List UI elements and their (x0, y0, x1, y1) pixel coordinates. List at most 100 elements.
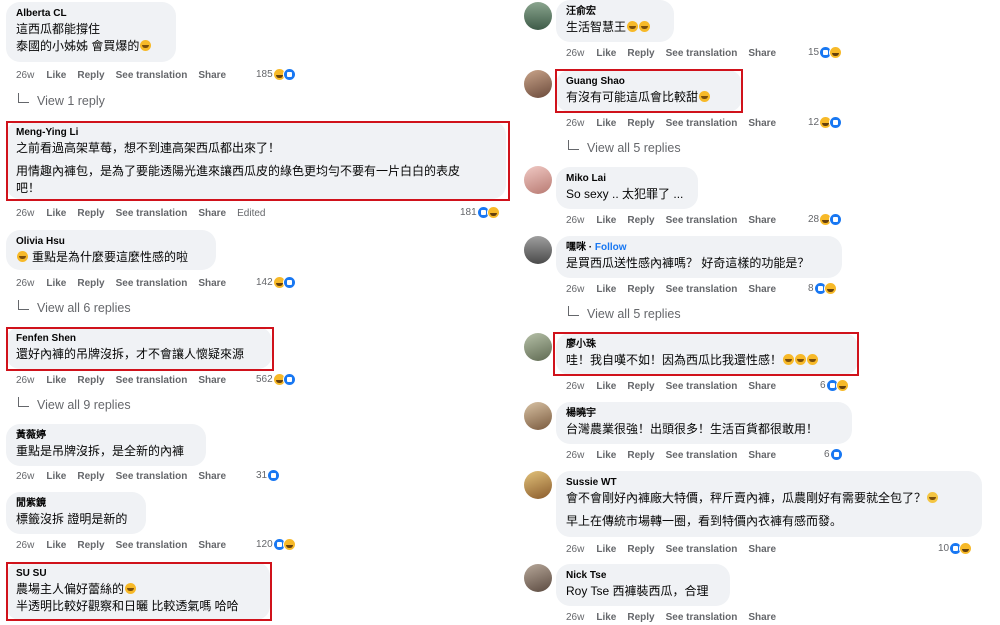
avatar[interactable] (524, 471, 552, 499)
see-translation-link[interactable]: See translation (666, 450, 738, 461)
reaction-summary[interactable]: 6 (820, 378, 849, 394)
reaction-summary[interactable]: 8 (808, 281, 837, 297)
comment-author[interactable]: 楊曉宇 (566, 407, 842, 421)
view-replies-link[interactable]: View 1 reply (18, 93, 105, 108)
see-translation-link[interactable]: See translation (116, 208, 188, 219)
see-translation-link[interactable]: See translation (666, 381, 738, 392)
reply-link[interactable]: Reply (627, 544, 654, 555)
see-translation-link[interactable]: See translation (666, 612, 738, 623)
like-link[interactable]: Like (46, 471, 66, 482)
comment-time[interactable]: 26w (16, 278, 34, 289)
view-replies-link[interactable]: View all 6 replies (18, 300, 131, 315)
like-link[interactable]: Like (46, 208, 66, 219)
comment-author[interactable]: Sussie WT (566, 476, 972, 490)
comment-time[interactable]: 26w (566, 118, 584, 129)
comment-author[interactable]: 黃薇婷 (16, 429, 196, 443)
share-link[interactable]: Share (748, 284, 776, 295)
like-link[interactable]: Like (596, 48, 616, 59)
see-translation-link[interactable]: See translation (666, 48, 738, 59)
reply-link[interactable]: Reply (627, 215, 654, 226)
comment-author[interactable]: Meng-Ying Li (16, 126, 496, 140)
view-replies-link[interactable]: View all 5 replies (568, 306, 681, 321)
reply-link[interactable]: Reply (627, 284, 654, 295)
comment-time[interactable]: 26w (16, 208, 34, 219)
see-translation-link[interactable]: See translation (116, 70, 188, 81)
comment-author[interactable]: 嘿咪 · Follow (566, 241, 832, 255)
share-link[interactable]: Share (748, 612, 776, 623)
like-link[interactable]: Like (596, 381, 616, 392)
reply-link[interactable]: Reply (627, 612, 654, 623)
reaction-summary[interactable]: 181 (460, 205, 500, 221)
reply-link[interactable]: Reply (77, 208, 104, 219)
see-translation-link[interactable]: See translation (666, 284, 738, 295)
comment-author[interactable]: Miko Lai (566, 172, 688, 186)
reaction-summary[interactable]: 185 (256, 67, 296, 83)
comment-time[interactable]: 26w (16, 471, 34, 482)
like-link[interactable]: Like (46, 540, 66, 551)
comment-author[interactable]: SU SU (16, 567, 260, 581)
comment-author[interactable]: 閒紫鏡 (16, 497, 136, 511)
comment-time[interactable]: 26w (566, 284, 584, 295)
comment-author[interactable]: Guang Shao (566, 75, 732, 89)
like-link[interactable]: Like (46, 278, 66, 289)
reaction-summary[interactable]: 562 (256, 372, 296, 388)
reply-link[interactable]: Reply (627, 450, 654, 461)
avatar[interactable] (524, 564, 552, 592)
share-link[interactable]: Share (198, 540, 226, 551)
comment-time[interactable]: 26w (16, 375, 34, 386)
reply-link[interactable]: Reply (77, 471, 104, 482)
reply-link[interactable]: Reply (77, 278, 104, 289)
comment-time[interactable]: 26w (566, 48, 584, 59)
avatar[interactable] (524, 333, 552, 361)
like-link[interactable]: Like (46, 70, 66, 81)
reaction-summary[interactable]: 31 (256, 468, 281, 484)
share-link[interactable]: Share (198, 70, 226, 81)
see-translation-link[interactable]: See translation (666, 544, 738, 555)
avatar[interactable] (524, 236, 552, 264)
comment-author[interactable]: 汪俞宏 (566, 5, 664, 19)
comment-time[interactable]: 26w (566, 450, 584, 461)
like-link[interactable]: Like (596, 284, 616, 295)
reply-link[interactable]: Reply (77, 540, 104, 551)
comment-time[interactable]: 26w (16, 540, 34, 551)
reply-link[interactable]: Reply (627, 381, 654, 392)
see-translation-link[interactable]: See translation (666, 118, 738, 129)
avatar[interactable] (524, 166, 552, 194)
reply-link[interactable]: Reply (77, 375, 104, 386)
like-link[interactable]: Like (596, 544, 616, 555)
see-translation-link[interactable]: See translation (116, 471, 188, 482)
reaction-summary[interactable]: 10 (938, 541, 973, 557)
share-link[interactable]: Share (748, 450, 776, 461)
comment-author[interactable]: Fenfen Shen (16, 332, 262, 346)
comment-author[interactable]: 廖小珠 (566, 338, 848, 352)
reaction-summary[interactable]: 15 (808, 45, 843, 61)
share-link[interactable]: Share (748, 381, 776, 392)
comment-time[interactable]: 26w (566, 544, 584, 555)
share-link[interactable]: Share (748, 118, 776, 129)
like-link[interactable]: Like (596, 118, 616, 129)
like-link[interactable]: Like (596, 612, 616, 623)
avatar[interactable] (524, 70, 552, 98)
reaction-summary[interactable]: 6 (824, 447, 843, 463)
see-translation-link[interactable]: See translation (116, 375, 188, 386)
comment-time[interactable]: 26w (16, 70, 34, 81)
reply-link[interactable]: Reply (627, 48, 654, 59)
share-link[interactable]: Share (748, 215, 776, 226)
see-translation-link[interactable]: See translation (666, 215, 738, 226)
share-link[interactable]: Share (748, 544, 776, 555)
avatar[interactable] (524, 2, 552, 30)
comment-author[interactable]: Alberta CL (16, 7, 166, 21)
like-link[interactable]: Like (596, 215, 616, 226)
comment-author[interactable]: Nick Tse (566, 569, 720, 583)
view-replies-link[interactable]: View all 9 replies (18, 397, 131, 412)
author-name[interactable]: 嘿咪 (566, 242, 586, 253)
share-link[interactable]: Share (198, 278, 226, 289)
comment-time[interactable]: 26w (566, 612, 584, 623)
view-replies-link[interactable]: View all 5 replies (568, 140, 681, 155)
follow-link[interactable]: Follow (595, 242, 627, 253)
like-link[interactable]: Like (596, 450, 616, 461)
avatar[interactable] (524, 402, 552, 430)
share-link[interactable]: Share (198, 375, 226, 386)
reaction-summary[interactable]: 28 (808, 212, 843, 228)
comment-time[interactable]: 26w (566, 215, 584, 226)
